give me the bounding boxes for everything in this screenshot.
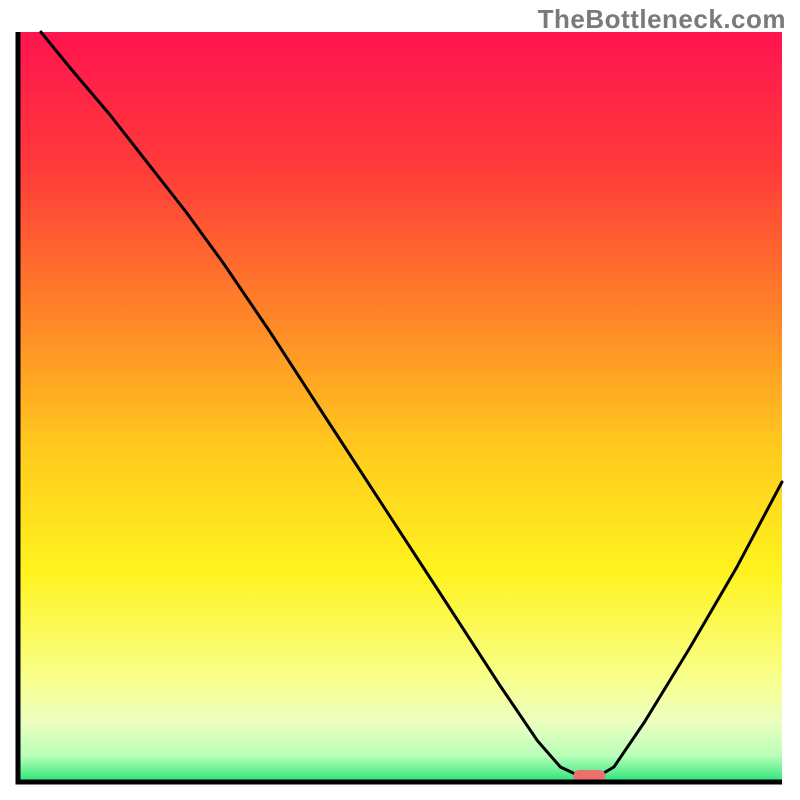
bottleneck-chart: [0, 0, 800, 800]
watermark-text: TheBottleneck.com: [538, 4, 786, 35]
